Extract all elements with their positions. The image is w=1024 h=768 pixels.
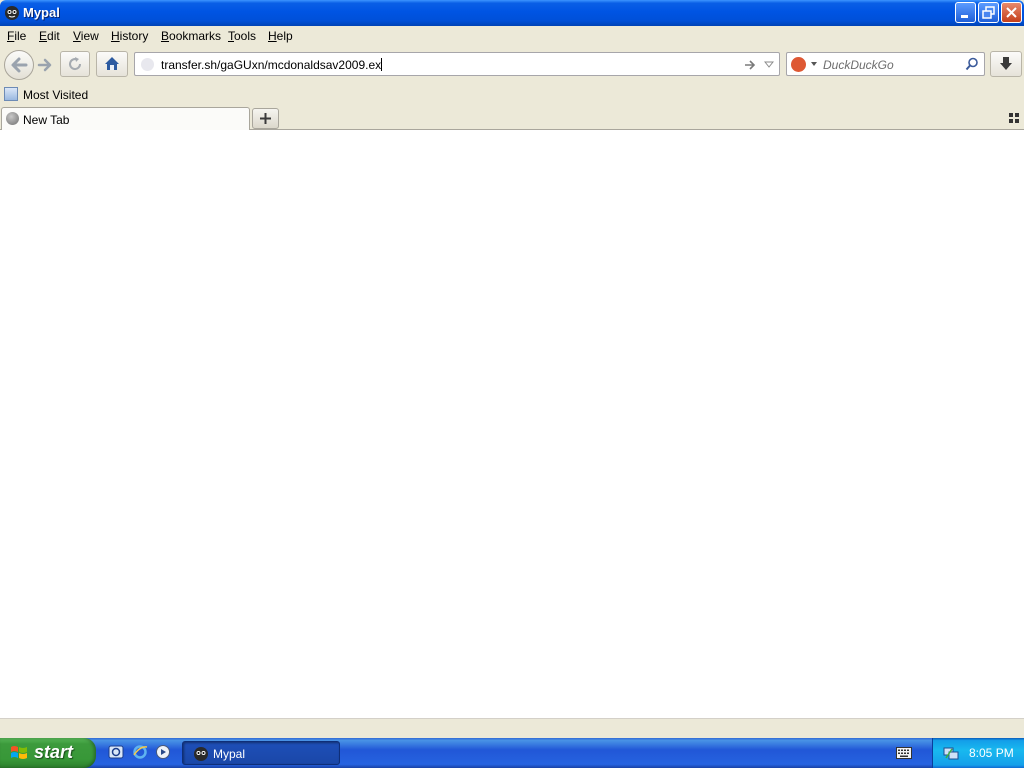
globe-icon — [6, 112, 19, 125]
restore-icon — [982, 6, 995, 19]
menu-edit[interactable]: Edit — [39, 29, 60, 43]
taskbar: start Mypal 8:05 PM — [0, 738, 1024, 768]
menu-edit-accesskey: E — [39, 29, 48, 43]
menu-bookmarks[interactable]: Bookmarks — [161, 29, 221, 43]
search-bar[interactable]: DuckDuckGo — [786, 52, 985, 76]
network-icon[interactable] — [943, 745, 959, 761]
menu-bookmarks-label: ookmarks — [169, 29, 222, 43]
menu-file-label: ile — [14, 29, 27, 43]
plus-icon — [260, 113, 271, 124]
downloads-button[interactable] — [990, 51, 1022, 77]
engine-chevron-down-icon[interactable] — [811, 62, 817, 66]
minimize-icon — [961, 15, 968, 18]
keyboard-icon[interactable] — [896, 747, 912, 759]
restore-button[interactable] — [978, 2, 999, 23]
menu-history[interactable]: History — [111, 29, 148, 43]
mail-quicklaunch-icon[interactable] — [108, 744, 124, 760]
close-icon — [1006, 7, 1017, 18]
start-button[interactable]: start — [0, 738, 96, 768]
home-button[interactable] — [96, 51, 128, 77]
back-button[interactable] — [4, 50, 34, 80]
tab-label: New Tab — [23, 113, 70, 127]
tab-new-tab[interactable]: New Tab — [1, 107, 250, 130]
download-arrow-icon — [1000, 57, 1012, 70]
start-label: start — [34, 742, 74, 762]
menu-view-label: iew — [80, 29, 99, 43]
media-player-icon[interactable] — [155, 744, 171, 760]
menu-help-label: elp — [276, 29, 293, 43]
bookmarks-toolbar: Most Visited — [0, 84, 1024, 106]
history-dropdown-icon[interactable] — [764, 61, 774, 69]
menu-tools[interactable]: Tools — [228, 29, 256, 43]
url-input[interactable]: transfer.sh/gaGUxn/mcdonaldsav2009.ex — [161, 58, 383, 72]
status-bar — [0, 718, 1024, 738]
tab-strip: New Tab — [0, 106, 1024, 130]
menu-file[interactable]: File — [7, 29, 26, 43]
home-icon — [105, 57, 119, 70]
taskbar-button-label: Mypal — [213, 747, 246, 761]
title-bar[interactable]: Mypal — [0, 0, 1024, 26]
menu-help-accesskey: H — [268, 29, 277, 43]
menu-view[interactable]: View — [73, 29, 99, 43]
search-input[interactable]: DuckDuckGo — [823, 58, 894, 72]
menu-edit-label: dit — [47, 29, 60, 43]
menu-history-accesskey: H — [111, 29, 120, 43]
close-button[interactable] — [1001, 2, 1022, 23]
windows-logo-icon — [11, 746, 27, 759]
reload-icon — [69, 57, 82, 71]
new-tab-button[interactable] — [252, 108, 279, 129]
reload-button[interactable] — [60, 51, 90, 77]
menu-history-label: istory — [119, 29, 149, 43]
mypal-app-icon — [5, 6, 19, 20]
internet-explorer-icon[interactable] — [132, 744, 148, 760]
bookmark-label: Most Visited — [23, 88, 89, 102]
menu-help[interactable]: Help — [268, 29, 293, 43]
url-text: transfer.sh/gaGUxn/mcdonaldsav2009.ex — [161, 58, 382, 72]
search-icon[interactable] — [965, 57, 979, 71]
taskbar-button-mypal[interactable]: Mypal — [182, 741, 340, 765]
go-arrow-icon[interactable] — [743, 58, 757, 72]
text-caret — [381, 58, 383, 71]
back-arrow-icon — [11, 57, 28, 73]
page-content[interactable] — [0, 130, 1024, 718]
window-title: Mypal — [23, 5, 60, 20]
url-bar[interactable]: transfer.sh/gaGUxn/mcdonaldsav2009.ex — [134, 52, 780, 76]
forward-button[interactable] — [34, 55, 56, 75]
menu-bookmarks-accesskey: B — [161, 29, 170, 43]
duckduckgo-icon[interactable] — [791, 57, 806, 72]
minimize-button[interactable] — [955, 2, 976, 23]
most-visited-folder-icon — [4, 87, 18, 101]
menu-bar: File Edit View History Bookmarks Tools H… — [0, 26, 1024, 46]
navigation-toolbar: transfer.sh/gaGUxn/mcdonaldsav2009.ex Du… — [0, 46, 1024, 84]
system-tray: 8:05 PM — [932, 738, 1024, 768]
mypal-app-icon — [194, 747, 208, 761]
menu-view-accesskey: V — [73, 29, 81, 43]
site-identity-icon[interactable] — [141, 58, 154, 71]
forward-arrow-icon — [37, 58, 52, 72]
clock[interactable]: 8:05 PM — [969, 746, 1014, 760]
menu-tools-label: ools — [234, 29, 257, 43]
list-all-tabs-icon[interactable] — [1008, 112, 1020, 124]
